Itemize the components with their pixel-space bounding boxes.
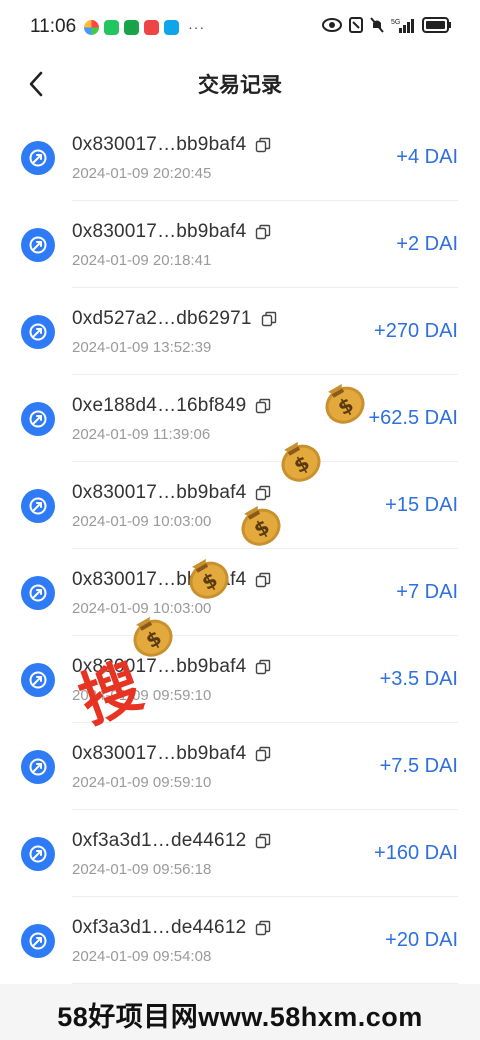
transaction-address: 0xf3a3d1…de44612: [72, 916, 247, 938]
transaction-time: 2024-01-09 09:54:08: [72, 947, 212, 965]
address-line: 0xf3a3d1…de44612: [72, 830, 271, 852]
status-bar: 11:06 ··· 5G: [0, 0, 480, 54]
transaction-row[interactable]: 0xe188d4…16bf849 2024-01-09 11:39:06 +62…: [0, 375, 480, 462]
money-bag-icon: $: [325, 383, 365, 424]
message-icon: [124, 19, 140, 35]
address-line: 0x830017…bb9baf4: [72, 743, 271, 765]
transaction-amount: +2 DAI: [396, 233, 458, 255]
transaction-icon: [21, 575, 55, 610]
money-bag-icon: $: [189, 558, 229, 599]
copy-icon[interactable]: [255, 920, 271, 936]
transaction-amount: +20 DAI: [385, 929, 458, 951]
transaction-row[interactable]: 0xd527a2…db62971 2024-01-09 13:52:39 +27…: [0, 288, 480, 375]
back-button[interactable]: [20, 66, 52, 102]
address-line: 0x830017…bb9baf4: [72, 221, 271, 243]
transaction-info: 0x830017…bb9baf4 2024-01-09 20:20:45: [72, 134, 271, 182]
address-line: 0xe188d4…16bf849: [72, 395, 271, 417]
copy-icon[interactable]: [255, 572, 271, 588]
copy-icon[interactable]: [255, 137, 271, 153]
copy-icon[interactable]: [255, 833, 271, 849]
transaction-icon: [21, 749, 55, 784]
transaction-row[interactable]: 0x830017…bb9baf4 2024-01-09 09:59:10 +7.…: [0, 723, 480, 810]
money-bag-icon: $: [241, 505, 281, 546]
transaction-info: 0xd527a2…db62971 2024-01-09 13:52:39: [72, 308, 277, 356]
notification-icons: ···: [84, 19, 205, 35]
transaction-amount: +3.5 DAI: [379, 668, 458, 690]
red-stamp: 搜: [71, 652, 150, 732]
page-header: 交易记录: [0, 54, 480, 114]
copy-icon[interactable]: [255, 398, 271, 414]
wechat-icon: [104, 19, 120, 35]
transaction-time: 2024-01-09 13:52:39: [72, 338, 212, 356]
transaction-amount: +7 DAI: [396, 581, 458, 603]
transaction-address: 0x830017…bb9baf4: [72, 220, 247, 242]
transaction-icon: [21, 314, 55, 349]
transaction-amount: +160 DAI: [374, 842, 458, 864]
transaction-address: 0x830017…bb9baf4: [72, 133, 247, 155]
copy-icon[interactable]: [255, 659, 271, 675]
transaction-row[interactable]: 0xf3a3d1…de44612 2024-01-09 09:54:08 +20…: [0, 897, 480, 984]
address-line: 0xf3a3d1…de44612: [72, 917, 271, 939]
copy-icon[interactable]: [255, 746, 271, 762]
colorful-app-icon: [84, 19, 100, 35]
svg-text:搜: 搜: [71, 652, 150, 732]
transaction-row[interactable]: 0x830017…bb9baf4 2024-01-09 20:20:45 +4 …: [0, 114, 480, 201]
transaction-amount: +270 DAI: [374, 320, 458, 342]
transaction-amount: +15 DAI: [385, 494, 458, 516]
transaction-address: 0x830017…bb9baf4: [72, 481, 247, 503]
transaction-time: 2024-01-09 20:20:45: [72, 164, 212, 182]
svg-text:5G: 5G: [391, 19, 400, 26]
transaction-time: 2024-01-09 09:59:10: [72, 773, 212, 791]
transaction-icon: [21, 401, 55, 436]
battery-icon: [422, 16, 452, 38]
transaction-amount: +7.5 DAI: [379, 755, 458, 777]
money-bag-icon: $: [281, 441, 321, 482]
transaction-info: 0x830017…bb9baf4 2024-01-09 20:18:41: [72, 221, 271, 269]
transaction-time: 2024-01-09 11:39:06: [72, 425, 211, 443]
address-line: 0xd527a2…db62971: [72, 308, 277, 330]
transaction-row[interactable]: 0xf3a3d1…de44612 2024-01-09 09:56:18 +16…: [0, 810, 480, 897]
transaction-row[interactable]: 0x830017…bb9baf4 2024-01-09 20:18:41 +2 …: [0, 201, 480, 288]
red-app-icon: [144, 19, 160, 35]
transaction-icon: [21, 662, 55, 697]
eye-icon: [322, 17, 342, 37]
transaction-address: 0xe188d4…16bf849: [72, 394, 247, 416]
address-line: 0x830017…bb9baf4: [72, 569, 271, 591]
transaction-address: 0x830017…bb9baf4: [72, 742, 247, 764]
transaction-icon: [21, 227, 55, 262]
more-notifications-icon: ···: [188, 19, 206, 35]
transaction-time: 2024-01-09 20:18:41: [72, 251, 212, 269]
transaction-address: 0xf3a3d1…de44612: [72, 829, 247, 851]
transaction-info: 0xf3a3d1…de44612 2024-01-09 09:54:08: [72, 917, 271, 965]
transaction-icon: [21, 488, 55, 523]
chevron-left-icon: [29, 71, 43, 97]
transaction-time: 2024-01-09 09:56:18: [72, 860, 212, 878]
transaction-row[interactable]: 0x830017…bb9baf4 2024-01-09 10:03:00 +7 …: [0, 549, 480, 636]
watermark: 58好项目网www.58hxm.com: [57, 1002, 423, 1032]
transaction-info: 0xf3a3d1…de44612 2024-01-09 09:56:18: [72, 830, 271, 878]
nfc-icon: [349, 16, 363, 38]
transaction-info: 0x830017…bb9baf4 2024-01-09 09:59:10: [72, 743, 271, 791]
copy-icon[interactable]: [255, 224, 271, 240]
transaction-icon: [21, 140, 55, 175]
transaction-info: 0xe188d4…16bf849 2024-01-09 11:39:06: [72, 395, 271, 443]
transaction-amount: +62.5 DAI: [368, 407, 458, 429]
mute-icon: [370, 16, 384, 38]
clock: 11:06: [30, 16, 77, 37]
address-line: 0x830017…bb9baf4: [72, 134, 271, 156]
blue-app-icon: [164, 19, 180, 35]
copy-icon[interactable]: [261, 311, 277, 327]
transaction-icon: [21, 923, 55, 958]
transaction-amount: +4 DAI: [396, 146, 458, 168]
transaction-address: 0xd527a2…db62971: [72, 307, 252, 329]
signal-icon: 5G: [391, 17, 415, 38]
page-title: 交易记录: [198, 74, 282, 97]
status-icons: 5G: [322, 16, 452, 38]
transaction-icon: [21, 836, 55, 871]
